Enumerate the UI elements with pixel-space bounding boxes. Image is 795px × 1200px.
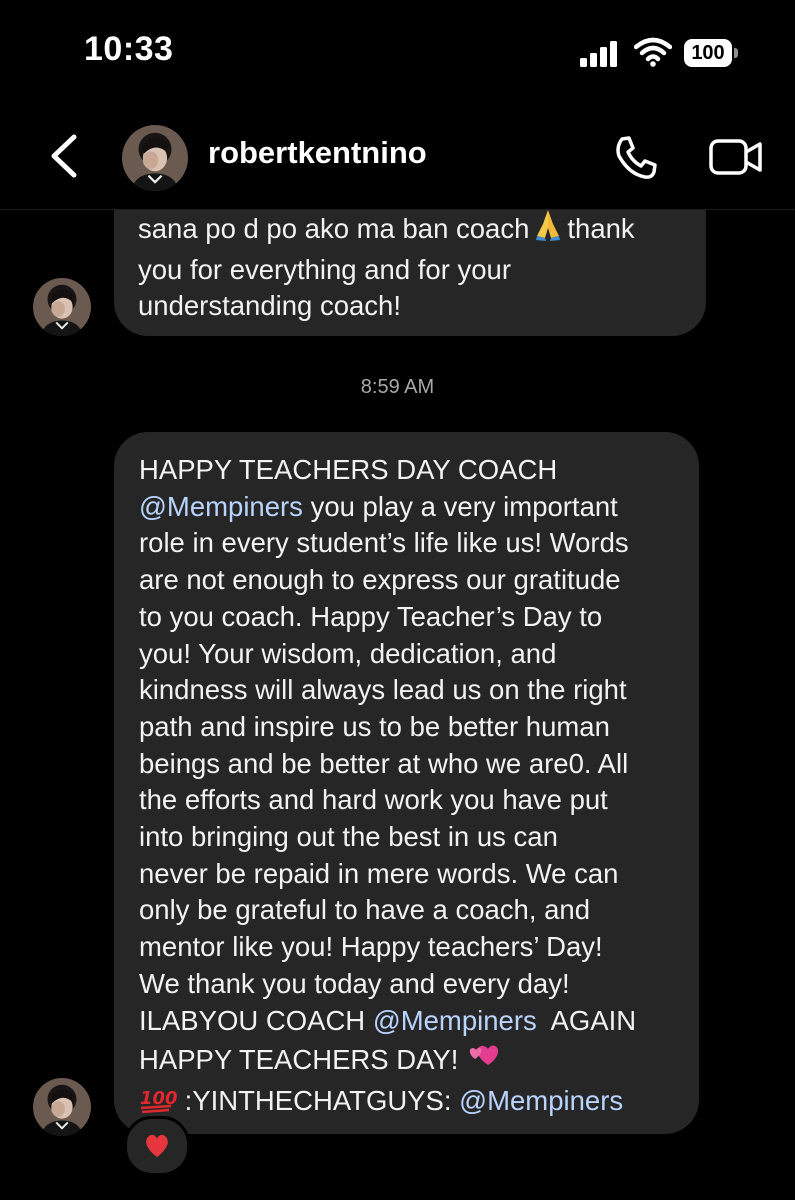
message-timestamp: 8:59 AM bbox=[360, 376, 435, 398]
message-line: sana po d po ako ma ban coach bbox=[138, 213, 530, 244]
message-line: AGAIN bbox=[536, 1004, 637, 1036]
video-camera-icon[interactable] bbox=[708, 137, 764, 177]
message-bubble-latest[interactable]: HAPPY TEACHERS DAY COACH @Mempiners you … bbox=[114, 432, 699, 1134]
message-line: to you coach. Happy Teacher’s Day to bbox=[139, 600, 603, 632]
message-line: kindness will always lead us on the righ… bbox=[139, 674, 627, 706]
chat-header: robertkentnino bbox=[0, 105, 795, 209]
message-line: ILABYOU COACH bbox=[139, 1004, 373, 1036]
message-line: never be repaid in mere words. We can bbox=[139, 857, 619, 889]
sender-avatar[interactable] bbox=[33, 278, 91, 336]
message-line: into bringing out the best in us can bbox=[139, 821, 558, 853]
status-bar: 10:33 100 bbox=[0, 0, 795, 105]
message-line: understanding coach! bbox=[138, 290, 401, 322]
sender-avatar[interactable] bbox=[33, 1078, 91, 1136]
message-text: HAPPY TEACHERS DAY COACH @Mempiners you … bbox=[139, 452, 691, 1124]
message-line: thank bbox=[567, 213, 635, 244]
header-divider bbox=[0, 209, 795, 210]
message-line: beings and be better at who we are0. All bbox=[139, 747, 629, 779]
two-hearts-emoji-icon bbox=[466, 1039, 502, 1083]
header-avatar[interactable] bbox=[122, 125, 188, 191]
message-line: HAPPY TEACHERS DAY! bbox=[139, 1044, 467, 1076]
message-line: you! Your wisdom, dedication, and bbox=[139, 637, 557, 669]
dm-thread-screen: 10:33 100 sana po d po ako ma ban coach t… bbox=[0, 0, 795, 1200]
message-line: We thank you today and every day! bbox=[139, 967, 570, 999]
message-line: you for everything and for your bbox=[138, 253, 511, 285]
message-reaction[interactable] bbox=[124, 1116, 190, 1176]
header-username[interactable]: robertkentnino bbox=[208, 135, 427, 171]
mention-link[interactable]: @Mempiners bbox=[459, 1085, 623, 1116]
message-line: are not enough to express our gratitude bbox=[139, 564, 621, 596]
message-line: HAPPY TEACHERS DAY COACH bbox=[139, 454, 558, 485]
folded-hands-emoji-icon bbox=[529, 210, 567, 252]
message-line: the efforts and hard work you have put bbox=[139, 784, 608, 816]
battery-indicator: 100 bbox=[684, 39, 732, 67]
message-line: path and inspire us to be better human bbox=[139, 710, 610, 742]
red-heart-icon bbox=[146, 1134, 168, 1157]
chevron-left-icon[interactable] bbox=[46, 133, 82, 179]
battery-tip bbox=[734, 48, 738, 58]
phone-icon[interactable] bbox=[612, 134, 660, 182]
message-line: :YINTHECHATGUYS: bbox=[177, 1084, 460, 1116]
message-line: mentor like you! Happy teachers’ Day! bbox=[139, 931, 603, 963]
message-line: only be grateful to have a coach, and bbox=[139, 894, 591, 926]
message-line: you play a very important bbox=[302, 490, 618, 522]
cellular-signal-icon bbox=[580, 41, 617, 67]
mention-link[interactable]: @Mempiners bbox=[373, 1005, 537, 1036]
mention-link[interactable]: @Mempiners bbox=[139, 491, 303, 522]
status-time: 10:33 bbox=[84, 30, 174, 68]
wifi-icon bbox=[634, 37, 672, 67]
message-line: role in every student’s life like us! Wo… bbox=[139, 527, 629, 559]
message-text: sana po d po ako ma ban coach thank you f… bbox=[138, 210, 698, 325]
